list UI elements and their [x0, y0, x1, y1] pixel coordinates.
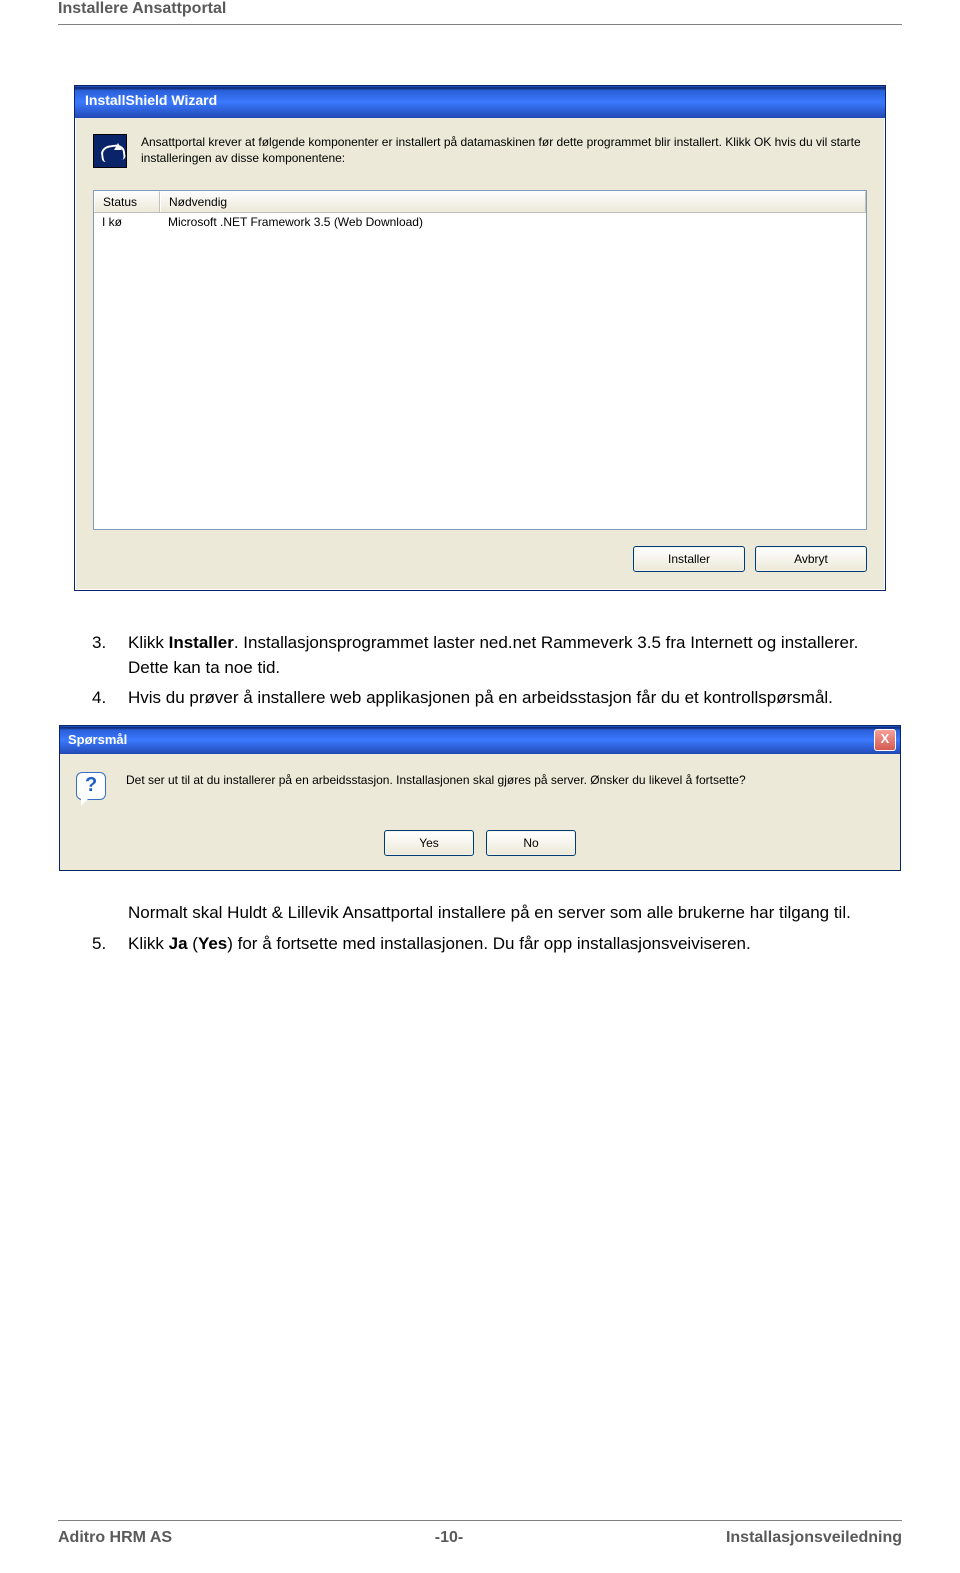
step-5: 5. Klikk Ja (Yes) for å fortsette med in… [92, 932, 892, 957]
requirements-list: Status Nødvendig I kø Microsoft .NET Fra… [93, 190, 867, 530]
footer-right: Installasjonsveiledning [726, 1529, 902, 1547]
text-fragment: Klikk [128, 633, 169, 652]
question-icon: ? [76, 772, 110, 806]
page-section-title: Installere Ansattportal [58, 0, 902, 25]
no-button[interactable]: No [486, 830, 576, 856]
dialog-titlebar: Spørsmål X [60, 726, 900, 754]
column-header-status: Status [94, 191, 160, 212]
cancel-button[interactable]: Avbryt [755, 546, 867, 572]
installshield-intro-text: Ansattportal krever at følgende komponen… [141, 134, 867, 168]
text-fragment: . Installasjonsprogrammet laster ned.net… [128, 633, 858, 677]
step-3: 3. Klikk Installer. Installasjonsprogram… [92, 631, 892, 680]
installshield-icon [93, 134, 127, 168]
step-number: 4. [92, 686, 128, 711]
step-text: Klikk Installer. Installasjonsprogrammet… [128, 631, 892, 680]
page-footer: Aditro HRM AS -10- Installasjonsveiledni… [58, 1520, 902, 1547]
dialog-title: Spørsmål [68, 732, 127, 747]
step-text: Klikk Ja (Yes) for å fortsette med insta… [128, 932, 892, 957]
text-bold: Yes [198, 934, 227, 953]
installshield-titlebar: InstallShield Wizard [75, 86, 885, 118]
column-header-required: Nødvendig [160, 191, 866, 212]
footer-page-number: -10- [435, 1529, 463, 1547]
step-text: Hvis du prøver å installere web applikas… [128, 686, 892, 711]
footer-left: Aditro HRM AS [58, 1529, 172, 1547]
post-step-4-text: Normalt skal Huldt & Lillevik Ansattport… [92, 901, 892, 926]
yes-button[interactable]: Yes [384, 830, 474, 856]
text-fragment: ) for å fortsette med installasjonen. Du… [227, 934, 750, 953]
step-number: 3. [92, 631, 128, 680]
dialog-message: Det ser ut til at du installerer på en a… [126, 772, 746, 789]
question-dialog: Spørsmål X ? Det ser ut til at du instal… [59, 725, 901, 871]
install-button[interactable]: Installer [633, 546, 745, 572]
close-icon[interactable]: X [874, 729, 896, 751]
text-bold: Installer [169, 633, 234, 652]
text-fragment: Klikk [128, 934, 169, 953]
step-text: Normalt skal Huldt & Lillevik Ansattport… [128, 901, 892, 926]
requirement-status: I kø [94, 215, 160, 229]
requirement-name: Microsoft .NET Framework 3.5 (Web Downlo… [160, 215, 866, 229]
text-fragment: ( [188, 934, 198, 953]
step-4: 4. Hvis du prøver å installere web appli… [92, 686, 892, 711]
installshield-window: InstallShield Wizard Ansattportal krever… [74, 85, 886, 591]
step-number: 5. [92, 932, 128, 957]
requirement-row: I kø Microsoft .NET Framework 3.5 (Web D… [94, 213, 866, 231]
text-bold: Ja [169, 934, 188, 953]
